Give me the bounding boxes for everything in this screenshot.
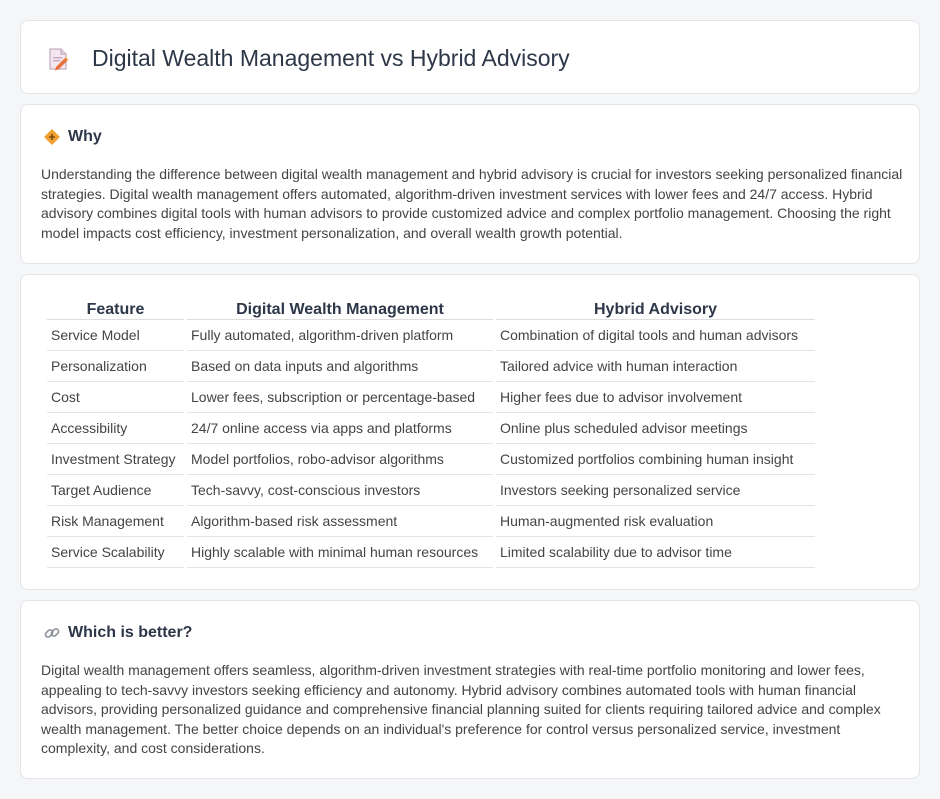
table-row: Risk Management Algorithm-based risk ass… [47, 506, 815, 537]
feature-cell: Target Audience [47, 475, 184, 506]
comparison-table: Feature Digital Wealth Management Hybrid… [44, 295, 818, 568]
column-header-digital: Digital Wealth Management [187, 295, 493, 320]
feature-cell: Accessibility [47, 413, 184, 444]
page-title: Digital Wealth Management vs Hybrid Advi… [92, 45, 570, 71]
digital-cell: Algorithm-based risk assessment [187, 506, 493, 537]
why-text: Understanding the difference between dig… [41, 166, 903, 241]
digital-cell: Model portfolios, robo-advisor algorithm… [187, 444, 493, 475]
digital-cell: Highly scalable with minimal human resou… [187, 537, 493, 568]
link-icon [43, 624, 61, 642]
feature-cell: Cost [47, 382, 184, 413]
table-row: Target Audience Tech-savvy, cost-conscio… [47, 475, 815, 506]
feature-cell: Investment Strategy [47, 444, 184, 475]
header-card: Digital Wealth Management vs Hybrid Advi… [20, 20, 920, 94]
hybrid-cell: Limited scalability due to advisor time [496, 537, 815, 568]
digital-cell: Based on data inputs and algorithms [187, 351, 493, 382]
which-is-better-section: Which is better? Digital wealth manageme… [20, 600, 920, 779]
feature-cell: Personalization [47, 351, 184, 382]
hybrid-cell: Combination of digital tools and human a… [496, 320, 815, 351]
hybrid-cell: Online plus scheduled advisor meetings [496, 413, 815, 444]
document-pencil-icon [47, 47, 69, 71]
better-heading: Which is better? [43, 623, 192, 643]
better-text: Digital wealth management offers seamles… [41, 662, 881, 756]
hybrid-cell: Customized portfolios combining human in… [496, 444, 815, 475]
table-header-row: Feature Digital Wealth Management Hybrid… [47, 295, 815, 320]
digital-cell: 24/7 online access via apps and platform… [187, 413, 493, 444]
table-row: Personalization Based on data inputs and… [47, 351, 815, 382]
digital-cell: Tech-savvy, cost-conscious investors [187, 475, 493, 506]
table-row: Service Scalability Highly scalable with… [47, 537, 815, 568]
why-heading: Why [43, 127, 102, 147]
table-row: Service Model Fully automated, algorithm… [47, 320, 815, 351]
hybrid-cell: Human-augmented risk evaluation [496, 506, 815, 537]
column-header-feature: Feature [47, 295, 184, 320]
hybrid-cell: Tailored advice with human interaction [496, 351, 815, 382]
digital-cell: Fully automated, algorithm-driven platfo… [187, 320, 493, 351]
feature-cell: Risk Management [47, 506, 184, 537]
hybrid-cell: Higher fees due to advisor involvement [496, 382, 815, 413]
digital-cell: Lower fees, subscription or percentage-b… [187, 382, 493, 413]
feature-cell: Service Scalability [47, 537, 184, 568]
column-header-hybrid: Hybrid Advisory [496, 295, 815, 320]
why-title: Why [68, 128, 102, 145]
better-title: Which is better? [68, 624, 193, 641]
table-row: Accessibility 24/7 online access via app… [47, 413, 815, 444]
why-section: Why Understanding the difference between… [20, 104, 920, 264]
table-row: Cost Lower fees, subscription or percent… [47, 382, 815, 413]
diamond-sign-icon [43, 128, 61, 146]
comparison-table-card: Feature Digital Wealth Management Hybrid… [20, 274, 920, 590]
table-row: Investment Strategy Model portfolios, ro… [47, 444, 815, 475]
hybrid-cell: Investors seeking personalized service [496, 475, 815, 506]
feature-cell: Service Model [47, 320, 184, 351]
